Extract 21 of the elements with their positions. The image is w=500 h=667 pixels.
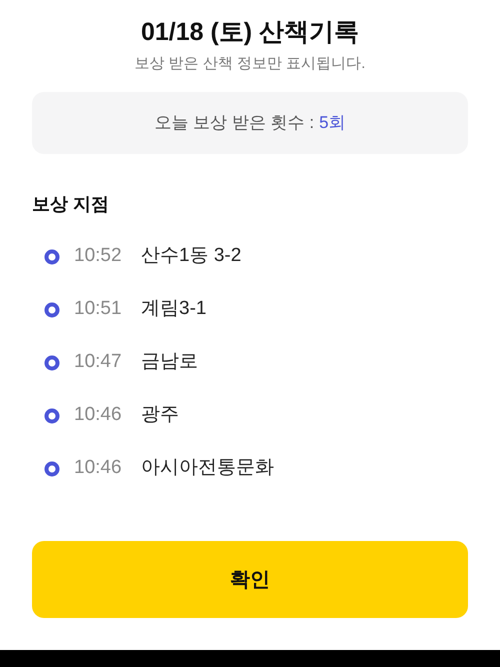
point-place: 산수1동 3-2 [141, 244, 242, 268]
location-dot-icon [44, 408, 60, 424]
point-place: 계림3-1 [141, 297, 206, 322]
point-time: 10:52 [74, 244, 123, 268]
dialog-title: 01/18 (토) 산책기록 [140, 17, 360, 48]
point-time: 10:46 [74, 403, 123, 428]
point-time: 10:51 [74, 297, 123, 322]
location-dot-icon [44, 460, 60, 476]
confirm-button[interactable]: 확인 [32, 541, 468, 618]
dialog-subtitle: 보상 받은 산책 정보만 표시됩니다. [134, 54, 366, 74]
section-title: 보상 지점 [32, 193, 110, 216]
location-dot-icon [44, 302, 60, 318]
summary-count: 5회 [319, 112, 346, 134]
location-dot-icon [44, 354, 60, 370]
point-place: 아시아전통문화 [141, 456, 274, 480]
point-place: 광주 [141, 403, 179, 428]
point-time: 10:47 [74, 350, 123, 374]
point-place: 금남로 [141, 350, 198, 374]
location-dot-icon [44, 248, 60, 264]
summary-label: 오늘 보상 받은 횟수 : [154, 112, 314, 134]
point-time: 10:46 [74, 456, 123, 480]
